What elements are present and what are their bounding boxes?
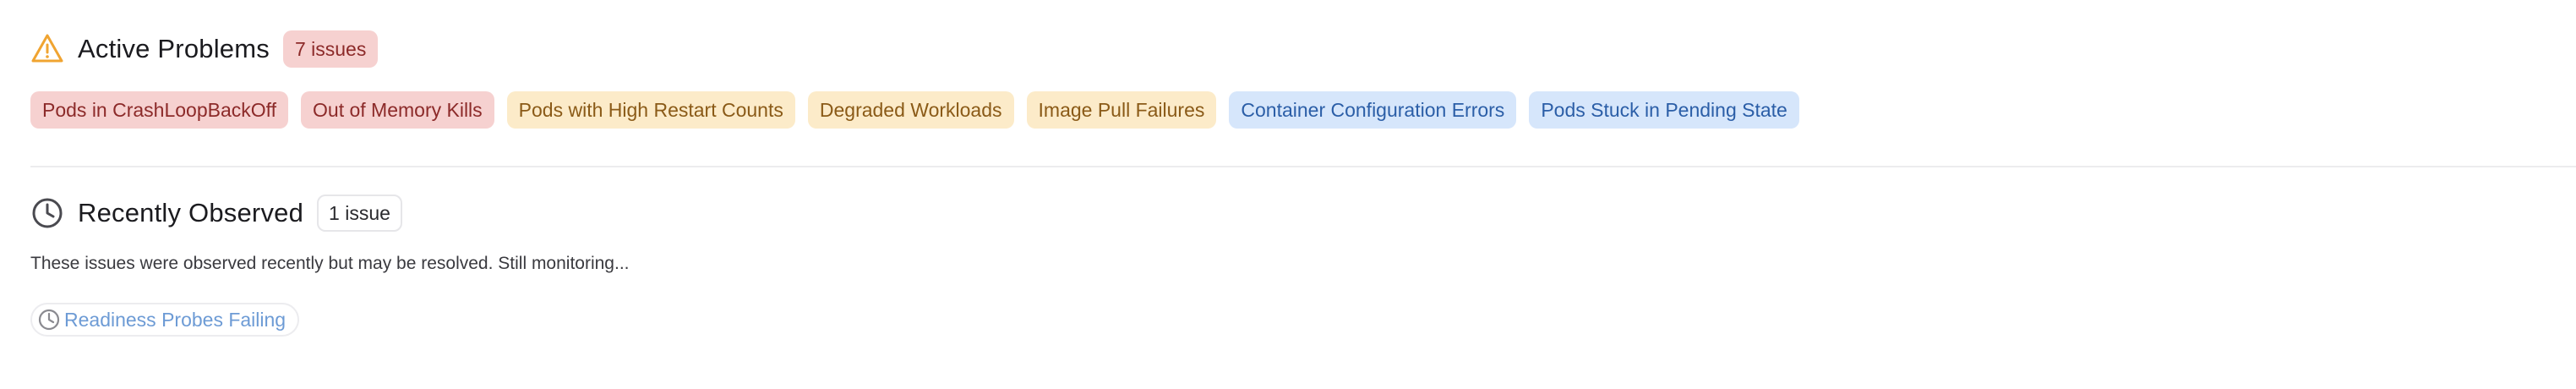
active-problems-header: Active Problems 7 issues (30, 0, 2576, 68)
issue-chip-pods-pending[interactable]: Pods Stuck in Pending State (1529, 91, 1799, 129)
active-problems-title: Active Problems (78, 34, 270, 63)
section-divider (30, 166, 2576, 167)
recent-issue-label: Readiness Probes Failing (64, 308, 287, 331)
recent-issue-readiness-probes[interactable]: Readiness Probes Failing (30, 303, 300, 337)
recently-observed-count-badge: 1 issue (317, 194, 402, 232)
issue-chip-image-pull-failures[interactable]: Image Pull Failures (1026, 91, 1217, 129)
clock-icon (37, 308, 61, 331)
issue-chip-container-config-errors[interactable]: Container Configuration Errors (1229, 91, 1517, 129)
clock-icon (30, 196, 64, 230)
issue-chip-crashloopbackoff[interactable]: Pods in CrashLoopBackOff (30, 91, 289, 129)
problems-panel: Active Problems 7 issues Pods in CrashLo… (0, 0, 2576, 389)
active-problems-count-badge: 7 issues (282, 30, 379, 68)
issue-chip-high-restart-counts[interactable]: Pods with High Restart Counts (506, 91, 795, 129)
issue-chip-oom-kills[interactable]: Out of Memory Kills (301, 91, 494, 129)
recently-observed-description: These issues were observed recently but … (30, 254, 630, 273)
issue-chip-degraded-workloads[interactable]: Degraded Workloads (807, 91, 1014, 129)
warning-triangle-icon (30, 32, 64, 66)
recently-observed-title: Recently Observed (78, 198, 304, 227)
recently-observed-header: Recently Observed 1 issue (30, 193, 2576, 233)
active-issue-list: Pods in CrashLoopBackOff Out of Memory K… (30, 91, 2576, 129)
